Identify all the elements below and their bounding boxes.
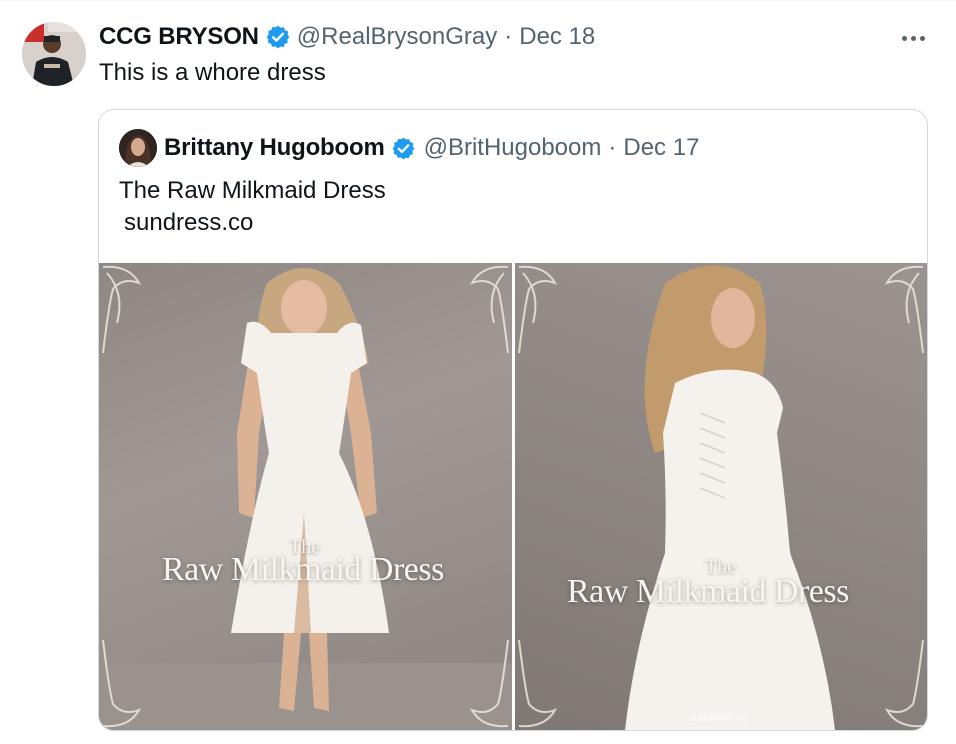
verified-badge-icon: [265, 24, 291, 50]
image-watermark: sundress.co: [689, 712, 749, 724]
quoted-tweet-header: Brittany Hugoboom @BritHugoboom · Dec 17: [164, 133, 699, 163]
dress-photo-front: [99, 265, 512, 730]
separator-dot: ·: [504, 23, 513, 50]
quoted-author-avatar[interactable]: [119, 129, 157, 167]
tweet-text: This is a whore dress: [99, 59, 326, 86]
author-name[interactable]: CCG BRYSON: [99, 23, 259, 51]
tweet-header: CCG BRYSON @RealBrysonGray · Dec 18: [99, 22, 595, 52]
media-grid: The Raw Milkmaid Dress The Raw Milkmaid …: [99, 263, 927, 730]
quoted-author-name[interactable]: Brittany Hugoboom: [164, 134, 385, 162]
quoted-tweet-date[interactable]: Dec 17: [623, 134, 699, 162]
media-image-1[interactable]: The Raw Milkmaid Dress: [99, 263, 512, 730]
quoted-tweet[interactable]: Brittany Hugoboom @BritHugoboom · Dec 17…: [98, 109, 928, 731]
tweet-date[interactable]: Dec 18: [519, 23, 595, 51]
image-overlay-title: Raw Milkmaid Dress: [162, 551, 444, 588]
author-handle[interactable]: @RealBrysonGray: [297, 23, 497, 51]
separator-dot: ·: [608, 134, 617, 161]
quoted-tweet-text: The Raw Milkmaid Dress: [119, 177, 386, 204]
image-overlay-title: Raw Milkmaid Dress: [567, 573, 849, 610]
verified-badge-icon: [391, 136, 416, 161]
quoted-author-handle[interactable]: @BritHugoboom: [424, 134, 602, 162]
tweet[interactable]: CCG BRYSON @RealBrysonGray · Dec 18 This…: [0, 0, 956, 744]
quoted-tweet-link[interactable]: sundress.co: [124, 207, 253, 238]
dress-photo-back: [518, 265, 924, 730]
author-avatar[interactable]: [22, 22, 86, 86]
more-options-icon[interactable]: [898, 24, 928, 52]
media-image-2[interactable]: The Raw Milkmaid Dress sundress.co: [515, 263, 927, 730]
